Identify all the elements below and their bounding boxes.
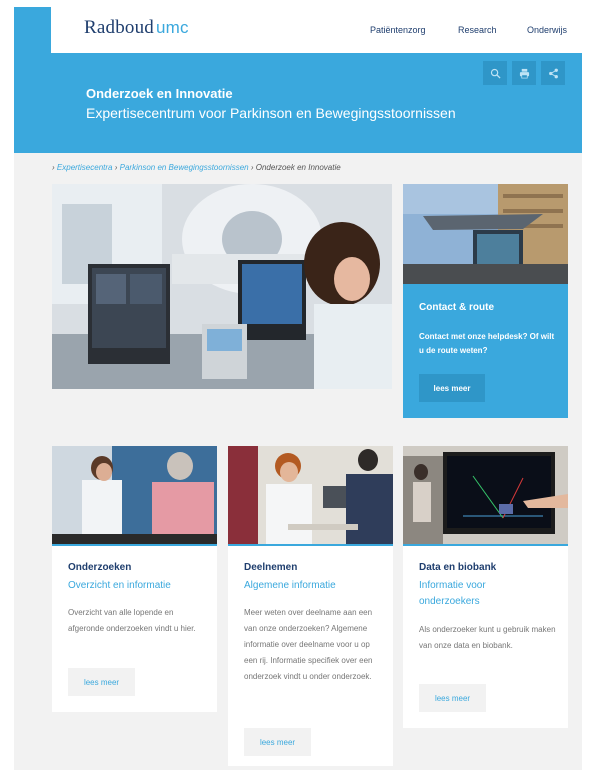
card-data-en-biobank[interactable]: Data en biobank Informatie voor onderzoe…	[403, 446, 568, 728]
card-title: Deelnemen	[244, 562, 298, 573]
logo[interactable]: Radboud umc	[84, 17, 189, 39]
building-photo	[403, 184, 568, 284]
contact-read-more-button[interactable]: lees meer	[419, 374, 485, 402]
card-photo-data-screen	[403, 446, 568, 546]
search-button[interactable]	[483, 61, 507, 85]
card-deelnemen[interactable]: Deelnemen Algemene informatie Meer weten…	[228, 446, 393, 766]
card-title: Onderzoeken	[68, 562, 132, 573]
logo-accent: umc	[156, 18, 189, 37]
card-onderzoeken[interactable]: Onderzoeken Overzicht en informatie Over…	[52, 446, 217, 712]
card-body: Meer weten over deelname aan een van onz…	[244, 608, 373, 681]
card-read-more-button[interactable]: lees meer	[68, 668, 135, 696]
hero-photo-scanner-room	[52, 184, 392, 389]
card-photo-participation	[228, 446, 393, 546]
breadcrumb-separator: ›	[52, 163, 55, 172]
card-read-more-button[interactable]: lees meer	[419, 684, 486, 712]
breadcrumb-expertisecentra[interactable]: Expertisecentra	[57, 163, 113, 172]
breadcrumb-separator: ›	[114, 163, 118, 172]
contact-route-panel[interactable]: Contact & route Contact met onze helpdes…	[403, 284, 568, 418]
page: Radboud umc Patiëntenzorg Research Onderw…	[0, 0, 596, 774]
card-subtitle: Informatie voor onderzoekers	[419, 580, 486, 607]
print-button[interactable]	[512, 61, 536, 85]
search-icon	[490, 68, 501, 79]
top-bar: Radboud umc Patiëntenzorg Research Onderw…	[14, 7, 582, 53]
contact-title: Contact & route	[419, 302, 494, 313]
share-button[interactable]	[541, 61, 565, 85]
nav-patientenzorg[interactable]: Patiëntenzorg	[370, 25, 426, 35]
card-subtitle: Algemene informatie	[244, 580, 336, 591]
card-photo-consultation	[52, 446, 217, 546]
card-body: Overzicht van alle lopende en afgeronde …	[68, 608, 196, 633]
nav-research[interactable]: Research	[458, 25, 497, 35]
breadcrumb-separator: ›	[250, 163, 254, 172]
page-frame: Radboud umc Patiëntenzorg Research Onderw…	[14, 7, 582, 770]
logo-main: Radboud	[84, 17, 155, 38]
card-title: Data en biobank	[419, 562, 497, 573]
breadcrumb-current: Onderzoek en Innovatie	[255, 163, 341, 172]
share-icon	[548, 68, 558, 78]
card-subtitle: Overzicht en informatie	[68, 580, 171, 591]
card-read-more-button[interactable]: lees meer	[244, 728, 311, 756]
page-subtitle: Expertisecentrum voor Parkinson en Beweg…	[86, 105, 456, 121]
breadcrumb: › Expertisecentra › Parkinson en Bewegin…	[52, 163, 341, 172]
nav-onderwijs[interactable]: Onderwijs	[527, 25, 567, 35]
page-title: Onderzoek en Innovatie	[86, 86, 233, 101]
hero-banner: Onderzoek en Innovatie Expertisecentrum …	[14, 53, 582, 153]
logo-tab	[14, 7, 51, 53]
breadcrumb-parkinson[interactable]: Parkinson en Bewegingsstoornissen	[120, 163, 249, 172]
contact-text: Contact met onze helpdesk? Of wilt u de …	[419, 332, 555, 355]
print-icon	[519, 68, 529, 78]
card-body: Als onderzoeker kunt u gebruik maken van…	[419, 625, 556, 650]
